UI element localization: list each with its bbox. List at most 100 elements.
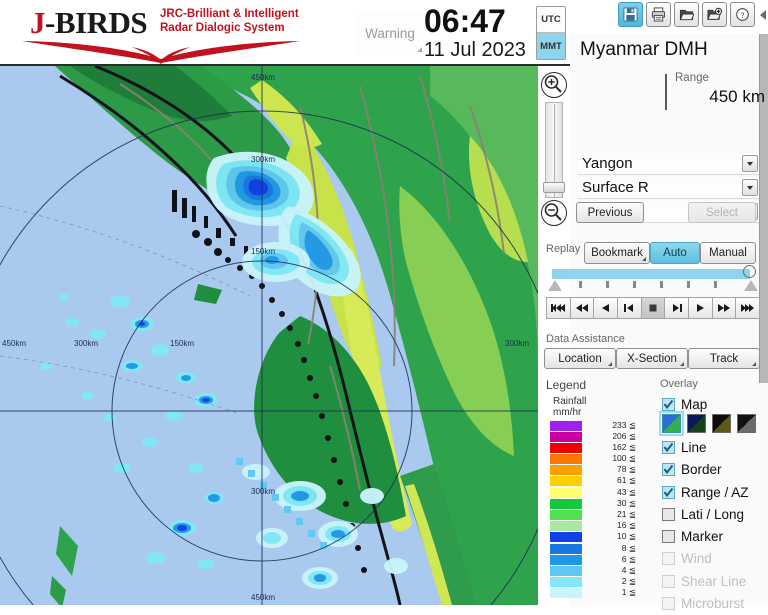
legend-row: 4 ≦ <box>550 565 636 576</box>
checkbox-range-az[interactable] <box>662 485 675 499</box>
zoom-out-button[interactable] <box>541 200 567 226</box>
zoom-out-icon <box>544 203 562 221</box>
timeline-start-marker <box>548 280 562 291</box>
add-folder-button[interactable] <box>702 2 727 27</box>
check-icon <box>663 465 674 475</box>
skip-forward-all-button[interactable] <box>736 297 761 319</box>
chevron-down-icon[interactable] <box>742 179 758 196</box>
legend-color-swatch <box>550 454 582 465</box>
timezone-toggle[interactable]: UTC MMT <box>536 6 566 60</box>
select-button[interactable]: Select <box>688 202 756 223</box>
checkbox-marker[interactable] <box>662 530 675 544</box>
fast-forward-button[interactable] <box>712 297 737 319</box>
map-theme-olive[interactable] <box>712 414 731 433</box>
frame-back-button[interactable] <box>618 297 642 319</box>
legend-color-swatch <box>550 521 582 532</box>
zoom-slider-handle[interactable] <box>543 182 565 193</box>
checkbox-line[interactable] <box>662 440 675 454</box>
print-button[interactable] <box>646 2 671 27</box>
radar-map[interactable]: 450km 300km 150km 300km 450km 450km 300k… <box>0 66 538 605</box>
location-button[interactable]: Location <box>544 348 616 369</box>
overlay-label: Lati / Long <box>681 506 745 522</box>
timeline-tick <box>660 281 663 288</box>
legend-color-swatch <box>550 476 582 487</box>
overlay-label: Map <box>681 396 708 412</box>
range-ring-label-300-n: 300km <box>251 155 276 164</box>
legend-row: 43 ≦ <box>550 487 636 498</box>
xsection-button[interactable]: X-Section <box>616 348 688 369</box>
legend-unit-line2: mm/hr <box>553 407 582 418</box>
legend-title: Legend <box>546 378 587 392</box>
skip-back-all-button[interactable] <box>546 297 571 319</box>
legend-color-swatch <box>550 442 582 453</box>
map-theme-grey[interactable] <box>737 414 756 433</box>
svg-text:?: ? <box>741 10 745 20</box>
checkbox-border[interactable] <box>662 463 675 477</box>
overlay-item-marker[interactable]: Marker <box>662 525 766 547</box>
collapse-panel-icon[interactable] <box>760 9 766 20</box>
checkbox-wind <box>662 552 675 566</box>
station-select-value: Yangon <box>582 155 633 172</box>
overlay-item-lati-long[interactable]: Lati / Long <box>662 503 766 525</box>
open-folder-button[interactable] <box>674 2 699 27</box>
legend-color-swatch <box>550 543 582 554</box>
auto-replay-button[interactable]: Auto <box>650 242 700 264</box>
replay-timeline[interactable] <box>548 265 760 293</box>
overlay-item-map[interactable]: Map <box>662 393 766 415</box>
clock-time: 06:47 <box>424 3 506 39</box>
legend-value: 162 ≦ <box>612 441 636 452</box>
add-folder-icon <box>707 7 722 20</box>
map-zoom-control[interactable] <box>538 66 570 296</box>
timeline-tick <box>633 281 636 288</box>
legend-row: 206 ≦ <box>550 431 636 442</box>
help-button[interactable]: ? <box>730 2 755 27</box>
timezone-utc-button[interactable]: UTC <box>537 7 565 33</box>
rewind-button[interactable] <box>570 297 595 319</box>
track-button[interactable]: Track <box>688 348 760 369</box>
legend-row: 8 ≦ <box>550 543 636 554</box>
product-select[interactable]: Surface R <box>578 177 759 199</box>
logo-birds-text: -BIRDS <box>45 5 148 40</box>
checkbox-map[interactable] <box>662 397 675 411</box>
play-button[interactable] <box>689 297 713 319</box>
legend-value: 8 ≦ <box>621 542 636 553</box>
skip-forward-all-icon <box>740 304 754 312</box>
range-readout: Range 450 km <box>580 72 765 112</box>
overlay-label: Wind <box>681 551 712 567</box>
legend-color-swatch <box>550 588 582 599</box>
legend-row: 233 ≦ <box>550 420 636 431</box>
bird-logo-icon <box>22 41 300 64</box>
logo-tagline-line1: JRC-Brilliant & Intelligent <box>160 8 299 20</box>
station-select[interactable]: Yangon <box>578 153 759 175</box>
step-back-button[interactable] <box>594 297 619 319</box>
overlay-label: Range / AZ <box>681 484 749 500</box>
legend-color-swatch <box>550 465 582 476</box>
legend-value: 1 ≦ <box>621 587 636 598</box>
manual-replay-button[interactable]: Manual <box>700 242 756 264</box>
dropdown-corner-icon <box>752 362 756 366</box>
bookmark-button[interactable]: Bookmark <box>584 242 650 264</box>
dropdown-corner-icon <box>642 257 646 261</box>
legend-row: 30 ≦ <box>550 498 636 509</box>
map-theme-dark-blue[interactable] <box>687 414 706 433</box>
previous-button[interactable]: Previous <box>576 202 644 223</box>
app-logo: J-BIRDS JRC-Brilliant & Intelligent Rada… <box>4 2 304 64</box>
save-button[interactable] <box>618 2 643 27</box>
overlay-item-border[interactable]: Border <box>662 459 766 481</box>
stop-button[interactable] <box>641 297 666 319</box>
timezone-mmt-button[interactable]: MMT <box>537 33 565 59</box>
radar-map-canvas <box>0 66 538 605</box>
warning-dropdown[interactable]: Warning <box>356 12 424 54</box>
overlay-item-line[interactable]: Line <box>662 436 766 458</box>
overlay-item-range-az[interactable]: Range / AZ <box>662 481 766 503</box>
frame-forward-button[interactable] <box>665 297 690 319</box>
replay-timeline-bar[interactable] <box>552 269 750 279</box>
map-theme-terrain[interactable] <box>659 411 684 436</box>
legend-row: 2 ≦ <box>550 576 636 588</box>
overlay-item-shear-line: Shear Line <box>662 570 766 592</box>
legend-color-swatch <box>550 420 582 431</box>
chevron-down-icon[interactable] <box>742 155 758 172</box>
checkbox-lati-long[interactable] <box>662 507 675 521</box>
zoom-in-button[interactable] <box>541 72 567 98</box>
legend-value: 21 ≦ <box>617 509 636 519</box>
